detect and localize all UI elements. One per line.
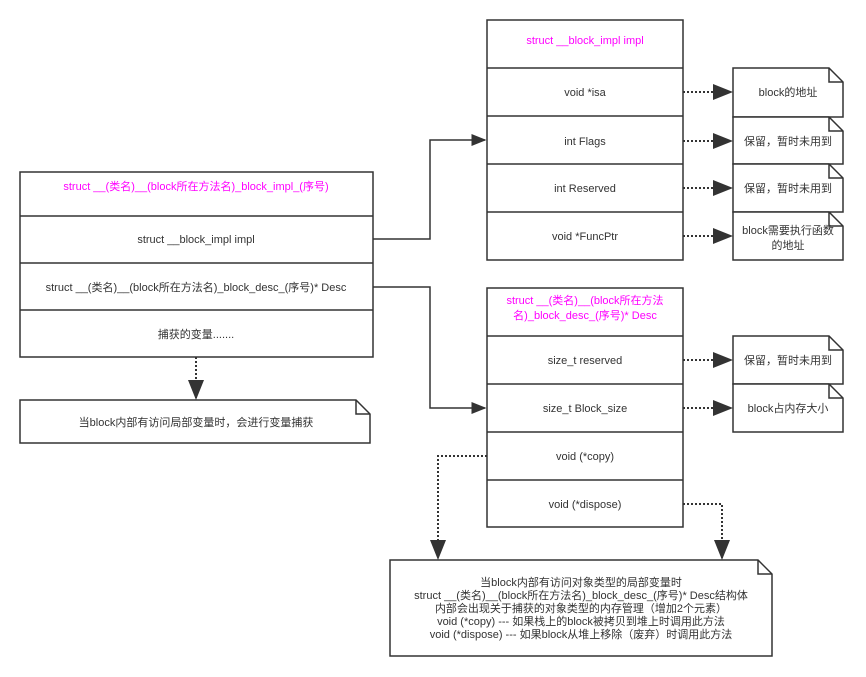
main-row: struct __(类名)__(block所在方法名)_block_desc_(… — [46, 280, 347, 294]
desc-row: void (*copy) — [556, 451, 614, 463]
note-text: 当block内部有访问对象类型的局部变量时 — [480, 575, 682, 589]
desc-struct-title: 名)_block_desc_(序号)* Desc — [513, 308, 657, 322]
note-text: block需要执行函数 — [742, 223, 834, 237]
desc-struct: struct __(类名)__(block所在方法 名)_block_desc_… — [486, 287, 684, 528]
diagram: struct __(类名)__(block所在方法名)_block_impl_(… — [19, 19, 844, 657]
desc-connector — [373, 286, 487, 414]
impl-struct-title: struct __block_impl impl — [526, 35, 643, 47]
note-text: void (*copy) --- 如果栈上的block被拷贝到堆上时调用此方法 — [437, 614, 725, 628]
capture-note: 当block内部有访问局部变量时，会进行变量捕获 — [19, 399, 371, 444]
note-text: 保留，暂时未用到 — [744, 353, 832, 367]
object-note: 当block内部有访问对象类型的局部变量时 struct __(类名)__(bl… — [389, 559, 773, 657]
impl-notes: block的地址 保留，暂时未用到 保留，暂时未用到 block需要执行函数 的… — [732, 67, 844, 261]
desc-struct-title: struct __(类名)__(block所在方法 — [506, 293, 663, 307]
note-text: block占内存大小 — [748, 401, 829, 415]
note-text: 的地址 — [772, 238, 805, 252]
impl-struct: struct __block_impl impl void *isa int F… — [486, 19, 684, 261]
impl-row: void *FuncPtr — [552, 231, 618, 243]
note-text: void (*dispose) --- 如果block从堆上移除（废弃）时调用此… — [430, 627, 733, 641]
desc-notes: 保留，暂时未用到 block占内存大小 — [732, 335, 844, 433]
note-text: struct __(类名)__(block所在方法名)_block_desc_(… — [414, 588, 748, 602]
main-struct-title: struct __(类名)__(block所在方法名)_block_impl_(… — [63, 179, 328, 193]
main-row: struct __block_impl impl — [137, 234, 254, 246]
main-struct: struct __(类名)__(block所在方法名)_block_impl_(… — [19, 171, 374, 358]
desc-row: size_t reserved — [548, 355, 623, 367]
impl-row: void *isa — [564, 87, 606, 99]
impl-connector — [373, 134, 487, 240]
note-text: 内部会出现关于捕获的对象类型的内存管理（增加2个元素） — [435, 601, 727, 615]
note-text: 当block内部有访问局部变量时，会进行变量捕获 — [79, 415, 314, 429]
impl-row: int Reserved — [554, 183, 616, 195]
desc-row: size_t Block_size — [543, 403, 627, 415]
note-text: block的地址 — [759, 85, 818, 99]
note-text: 保留，暂时未用到 — [744, 134, 832, 148]
main-row: 捕获的变量....... — [158, 327, 234, 341]
impl-row: int Flags — [564, 136, 606, 148]
note-text: 保留，暂时未用到 — [744, 181, 832, 195]
desc-row: void (*dispose) — [549, 499, 622, 511]
